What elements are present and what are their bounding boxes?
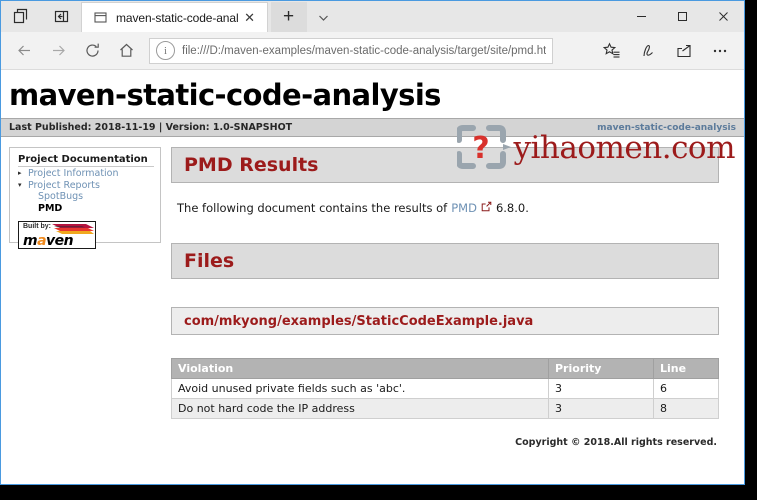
main-content: PMD Results The following document conta… — [171, 125, 735, 448]
new-tab-button[interactable]: + — [270, 2, 307, 32]
sidebar-item-label: Project Information — [28, 168, 119, 179]
tabstrip-left-icons — [1, 1, 81, 32]
forward-arrow-icon[interactable] — [41, 35, 75, 67]
files-title: Files — [184, 250, 235, 272]
body-wrapper: Project Documentation ▸ Project Informat… — [1, 125, 744, 448]
sidebar-item-spotbugs[interactable]: SpotBugs — [18, 191, 154, 203]
column-header-line: Line — [653, 358, 719, 379]
table-row: Do not hard code the IP address 3 8 — [171, 398, 719, 419]
breadcrumb-project-link[interactable]: maven-static-code-analysis — [597, 123, 736, 133]
publish-info: Last Published: 2018-11-19 | Version: 1.… — [9, 122, 293, 133]
back-arrow-icon[interactable] — [7, 35, 41, 67]
page-content: maven-static-code-analysis Last Publishe… — [1, 70, 744, 484]
page-icon — [92, 10, 108, 26]
column-header-priority: Priority — [548, 358, 654, 379]
close-button[interactable] — [703, 1, 744, 32]
pmd-results-title: PMD Results — [184, 154, 319, 176]
browser-window: maven-static-code-anal ✕ + i file:///D:/… — [0, 0, 745, 485]
pmd-intro-prefix: The following document contains the resu… — [177, 201, 448, 215]
sidebar-heading: Project Documentation — [18, 154, 154, 167]
file-name-box: com/mkyong/examples/StaticCodeExample.ja… — [171, 307, 719, 335]
set-tabs-aside-icon[interactable] — [41, 1, 81, 32]
pmd-intro-paragraph: The following document contains the resu… — [177, 201, 719, 215]
cell-line: 8 — [653, 398, 719, 419]
page-title: maven-static-code-analysis — [9, 78, 441, 112]
built-by-label: Built by: — [23, 223, 51, 230]
sidebar-item-project-information[interactable]: ▸ Project Information — [18, 168, 154, 180]
sidebar-navigation: Project Documentation ▸ Project Informat… — [9, 147, 161, 249]
sidebar-item-project-reports[interactable]: ▾ Project Reports — [18, 180, 154, 192]
share-icon[interactable] — [666, 35, 702, 67]
tab-title: maven-static-code-anal — [116, 10, 239, 25]
window-controls — [621, 1, 744, 32]
add-to-favorites-icon[interactable] — [594, 35, 630, 67]
close-icon[interactable]: ✕ — [239, 7, 261, 29]
pmd-results-section-header: PMD Results — [171, 147, 719, 183]
chevron-down-icon[interactable] — [306, 2, 341, 32]
cell-violation: Avoid unused private fields such as 'abc… — [171, 378, 549, 399]
files-section-header: Files — [171, 243, 719, 279]
browser-tab[interactable]: maven-static-code-anal ✕ — [81, 2, 268, 32]
minimize-button[interactable] — [621, 1, 662, 32]
copyright-text: Copyright © 2018.All rights reserved. — [515, 437, 717, 448]
sidebar-item-pmd: PMD — [38, 202, 63, 214]
breadcrumb: Last Published: 2018-11-19 | Version: 1.… — [1, 118, 744, 137]
built-by-maven-badge[interactable]: Built by: maven — [18, 221, 96, 249]
external-link-icon — [481, 201, 492, 215]
more-options-icon[interactable] — [702, 35, 738, 67]
pmd-version: 6.8.0. — [495, 201, 529, 215]
chevron-down-icon[interactable]: ▾ — [18, 180, 28, 192]
violations-table: Violation Priority Line Avoid unused pri… — [171, 358, 719, 419]
refresh-icon[interactable] — [75, 35, 109, 67]
cell-priority: 3 — [548, 398, 654, 419]
cell-line: 6 — [653, 378, 719, 399]
cell-priority: 3 — [548, 378, 654, 399]
pmd-link[interactable]: PMD — [451, 201, 477, 215]
table-row: Avoid unused private fields such as 'abc… — [171, 378, 719, 399]
maximize-button[interactable] — [662, 1, 703, 32]
maven-m: m — [23, 233, 38, 249]
make-a-web-note-icon[interactable] — [630, 35, 666, 67]
chevron-right-icon[interactable]: ▸ — [18, 168, 28, 180]
tabs-set-aside-preview-icon[interactable] — [1, 1, 41, 32]
maven-a: a — [37, 233, 47, 249]
table-header-row: Violation Priority Line — [171, 358, 719, 379]
sidebar-item-label: Project Reports — [28, 179, 100, 191]
navigation-bar: i file:///D:/maven-examples/maven-static… — [1, 32, 744, 70]
home-icon[interactable] — [109, 35, 143, 67]
cell-violation: Do not hard code the IP address — [171, 398, 549, 419]
column-header-violation: Violation — [171, 358, 549, 379]
maven-ven: ven — [46, 233, 74, 249]
tab-strip: maven-static-code-anal ✕ + — [1, 1, 744, 32]
address-bar[interactable]: i file:///D:/maven-examples/maven-static… — [149, 37, 553, 64]
site-info-icon[interactable]: i — [156, 41, 175, 60]
url-text[interactable]: file:///D:/maven-examples/maven-static-c… — [182, 45, 546, 57]
maven-wordmark: maven — [23, 233, 74, 249]
